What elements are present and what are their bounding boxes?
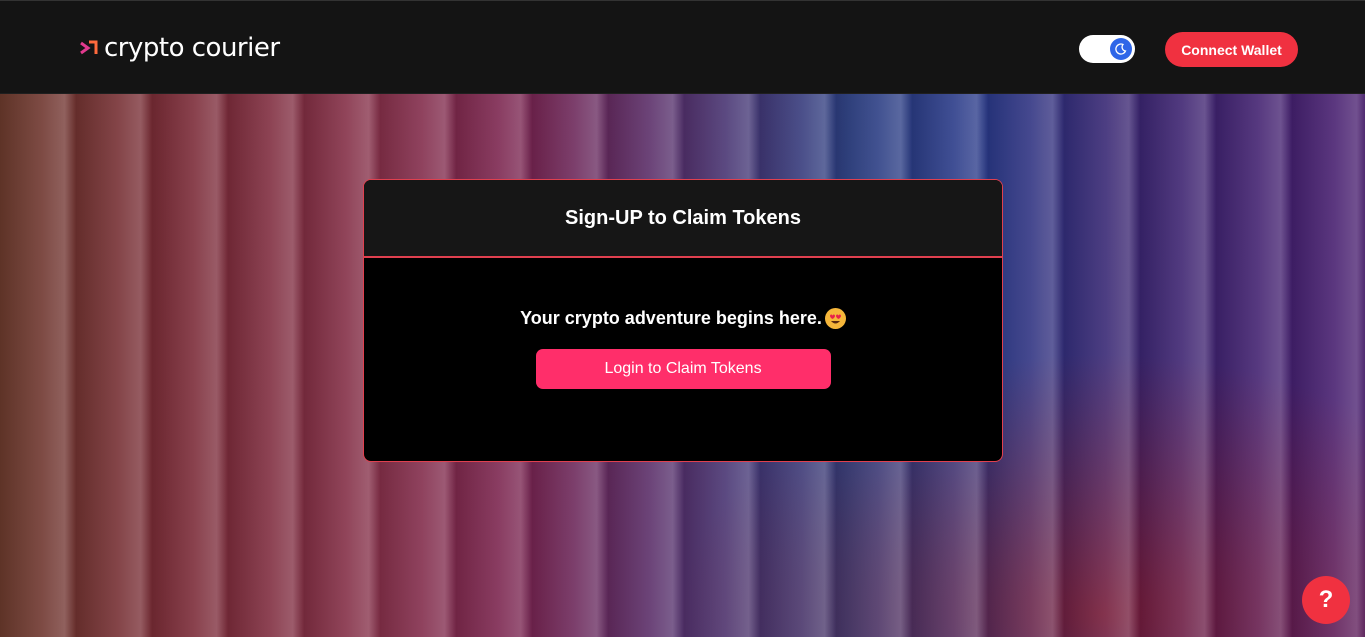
heart-eyes-emoji-icon [824, 308, 846, 329]
card-header: Sign-UP to Claim Tokens [364, 180, 1002, 258]
tagline: Your crypto adventure begins here. [520, 308, 846, 329]
logo-text: crypto courier [104, 33, 280, 63]
login-to-claim-button[interactable]: Login to Claim Tokens [535, 349, 831, 389]
moon-icon [1115, 43, 1127, 55]
logo[interactable]: crypto courier [80, 31, 280, 65]
tagline-text: Your crypto adventure begins here. [520, 308, 822, 328]
crypto-courier-logo-icon [80, 40, 98, 55]
help-button[interactable]: ? [1302, 576, 1350, 624]
card-title: Sign-UP to Claim Tokens [565, 206, 801, 229]
theme-toggle[interactable] [1079, 35, 1135, 63]
card-body: Your crypto adventure begins here. Login… [364, 258, 1002, 389]
connect-wallet-button[interactable]: Connect Wallet [1165, 32, 1298, 67]
top-navbar: crypto courier Connect Wallet [0, 0, 1365, 94]
signup-card: Sign-UP to Claim Tokens Your crypto adve… [363, 179, 1003, 462]
theme-toggle-knob [1110, 38, 1132, 60]
